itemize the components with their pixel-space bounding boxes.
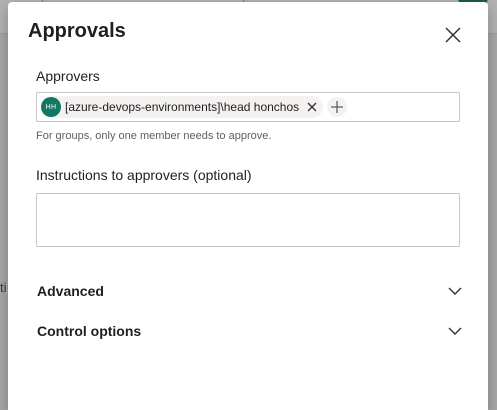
approvers-picker[interactable]: HH [azure-devops-environments]\head honc… xyxy=(36,92,460,122)
panel-title: Approvals xyxy=(28,20,126,42)
approvers-hint: For groups, only one member needs to app… xyxy=(36,130,272,142)
section-control-options[interactable]: Control options xyxy=(37,319,463,343)
avatar: HH xyxy=(41,97,61,117)
section-advanced[interactable]: Advanced xyxy=(37,279,463,303)
remove-approver-button[interactable] xyxy=(303,98,321,116)
instructions-input[interactable] xyxy=(36,193,460,247)
chevron-down-icon xyxy=(447,283,463,299)
background-text: ti xyxy=(0,280,7,295)
section-advanced-label: Advanced xyxy=(37,283,104,299)
approver-chip: HH [azure-devops-environments]\head honc… xyxy=(41,96,324,118)
plus-icon xyxy=(331,101,344,113)
add-approver-button[interactable] xyxy=(327,97,348,117)
close-icon xyxy=(307,102,317,112)
approver-name: [azure-devops-environments]\head honchos xyxy=(65,100,300,114)
close-icon xyxy=(445,27,461,43)
close-button[interactable] xyxy=(442,24,464,46)
approvals-panel: Approvals Approvers HH [azure-devops-env… xyxy=(8,2,488,410)
approvers-label: Approvers xyxy=(36,68,100,84)
instructions-label: Instructions to approvers (optional) xyxy=(36,167,252,183)
section-control-options-label: Control options xyxy=(37,323,142,339)
chevron-down-icon xyxy=(447,323,463,339)
